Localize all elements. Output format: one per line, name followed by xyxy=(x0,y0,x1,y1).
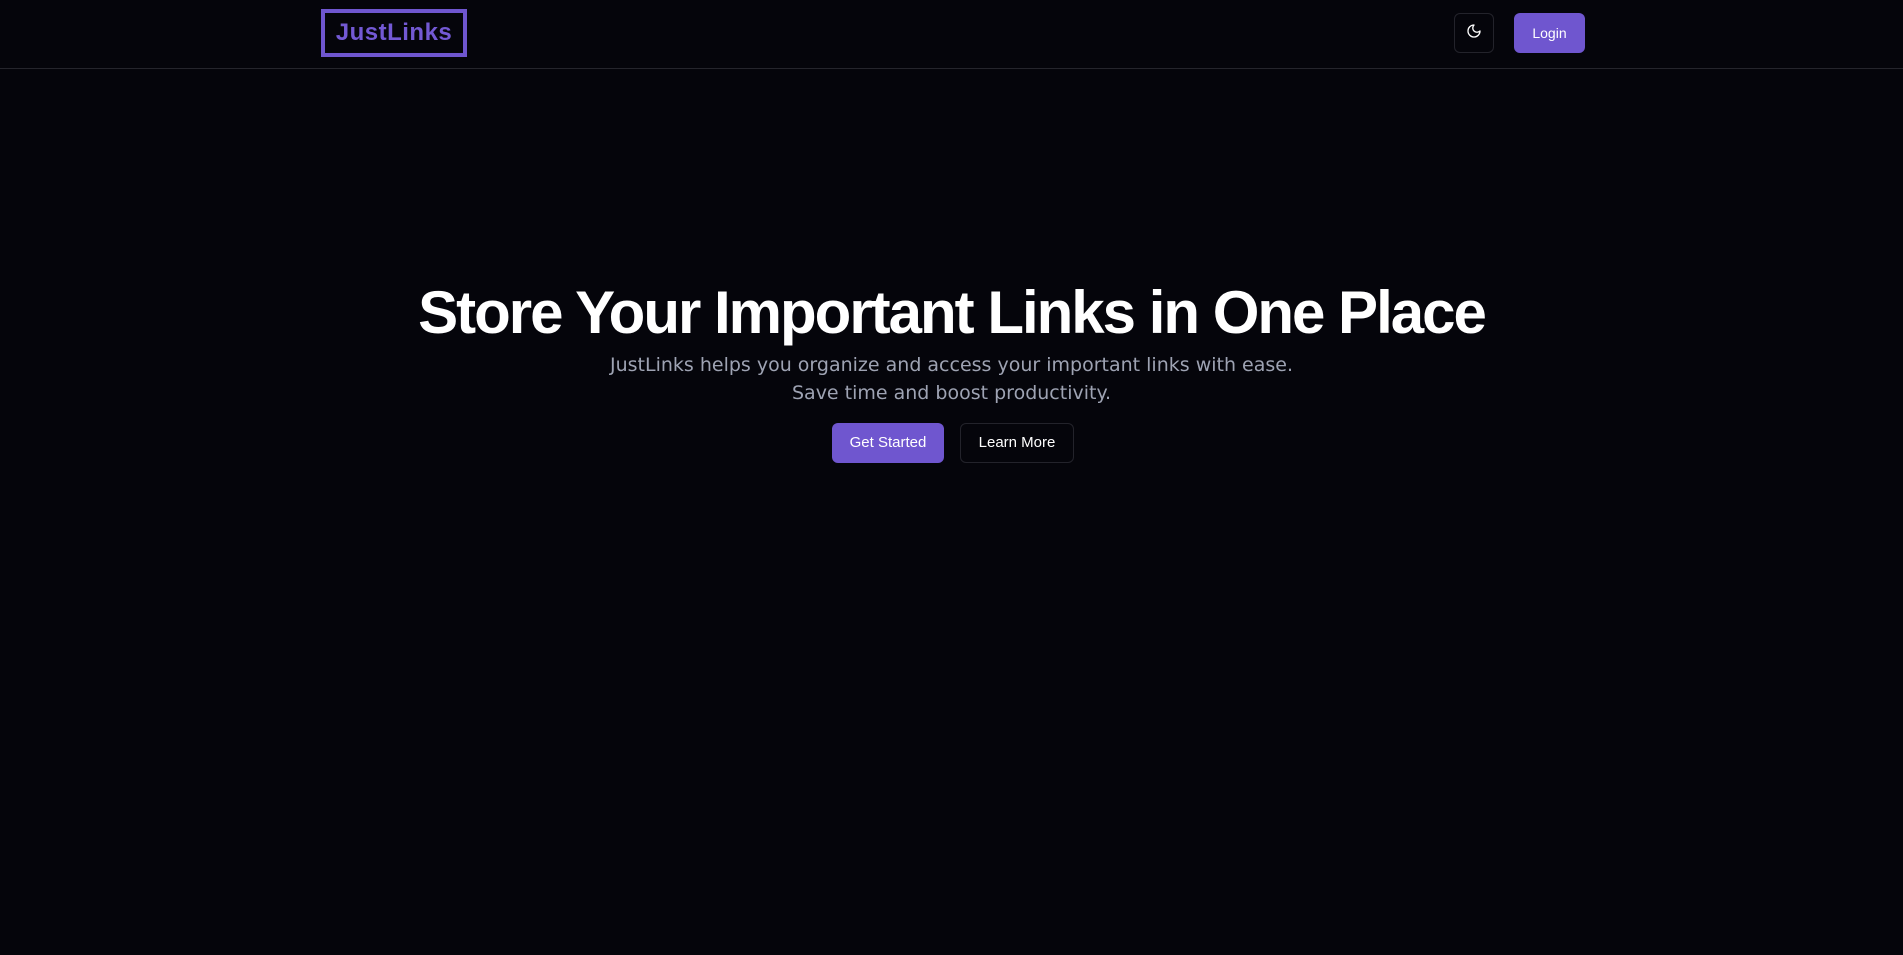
logo[interactable]: JustLinks xyxy=(321,9,467,57)
hero-title: Store Your Important Links in One Place xyxy=(418,279,1487,346)
moon-icon xyxy=(1466,23,1482,44)
learn-more-button[interactable]: Learn More xyxy=(960,423,1074,463)
theme-toggle-button[interactable] xyxy=(1454,13,1494,53)
hero-subtitle-line-1: JustLinks helps you organize and access … xyxy=(610,354,1293,376)
login-button[interactable]: Login xyxy=(1514,13,1585,53)
get-started-button[interactable]: Get Started xyxy=(832,423,944,463)
hero-subtitle-line-2: Save time and boost productivity. xyxy=(791,382,1112,404)
site-header: JustLinks Login xyxy=(0,0,1903,69)
